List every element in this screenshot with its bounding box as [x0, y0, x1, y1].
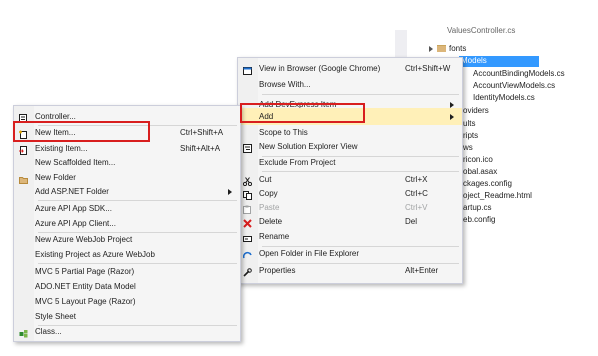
tree-item[interactable]: AccountViewModels.cs — [473, 80, 555, 91]
tree-item[interactable]: ckages.config — [463, 178, 512, 189]
submenu-arrow-icon — [228, 189, 232, 195]
menu-item-rename[interactable]: Rename — [238, 228, 462, 245]
paste-icon — [243, 203, 252, 214]
tree-item[interactable]: IdentityModels.cs — [473, 92, 535, 103]
tree-item[interactable]: ults — [463, 118, 475, 129]
copy-icon — [243, 189, 252, 200]
submenu-item-add-aspnet-folder[interactable]: Add ASP.NET Folder — [14, 183, 240, 200]
tree-item[interactable]: AccountBindingModels.cs — [473, 68, 565, 79]
rename-icon — [243, 232, 252, 242]
menu-item-browse-with[interactable]: Browse With... — [238, 76, 462, 93]
highlight-box-add — [240, 103, 365, 123]
wrench-icon — [243, 266, 252, 277]
folder-icon — [437, 45, 446, 53]
open-folder-icon — [242, 249, 252, 259]
submenu-item-existing-project-as-azure-webjob[interactable]: Existing Project as Azure WebJob — [14, 246, 240, 263]
tree-item[interactable]: eb.config — [463, 214, 495, 225]
class-icon — [19, 327, 28, 338]
browser-icon — [243, 64, 252, 75]
solution-explorer-icon — [243, 142, 252, 153]
tree-item-fonts[interactable]: fonts — [429, 43, 466, 54]
submenu-item-azure-api-app-client[interactable]: Azure API App Client... — [14, 215, 240, 232]
tree-item[interactable]: ricon.ico — [463, 154, 493, 165]
menu-item-exclude-from-project[interactable]: Exclude From Project — [238, 154, 462, 171]
submenu-item-class[interactable]: Class... — [14, 323, 240, 340]
tree-item[interactable]: ripts — [463, 130, 478, 141]
menu-separator — [262, 94, 459, 95]
scissors-icon — [242, 175, 253, 187]
tree-item[interactable]: artup.cs — [463, 202, 491, 213]
tree-item[interactable]: ws — [463, 142, 473, 153]
tree-item[interactable]: ValuesController.cs — [447, 25, 515, 36]
menu-item-view-in-browser[interactable]: View in Browser (Google Chrome) Ctrl+Shi… — [238, 60, 462, 77]
existing-item-icon — [19, 144, 28, 155]
new-folder-icon — [19, 173, 28, 184]
highlight-box-new-item — [13, 121, 150, 142]
delete-icon — [243, 217, 252, 228]
submenu-arrow-icon — [450, 114, 454, 120]
controller-icon — [19, 112, 28, 123]
tree-item-models-selected[interactable]: Models — [459, 56, 539, 67]
tree-item[interactable]: oviders — [463, 105, 489, 116]
tree-item[interactable]: obal.asax — [463, 166, 497, 177]
menu-item-new-solution-explorer-view[interactable]: New Solution Explorer View — [238, 138, 462, 155]
menu-item-open-folder-in-file-explorer[interactable]: Open Folder in File Explorer — [238, 245, 462, 262]
tree-item[interactable]: oject_Readme.html — [463, 190, 532, 201]
expand-arrow-icon[interactable] — [429, 45, 433, 52]
menu-item-properties[interactable]: Properties Alt+Enter — [238, 262, 462, 279]
context-menu: View in Browser (Google Chrome) Ctrl+Shi… — [237, 57, 463, 284]
